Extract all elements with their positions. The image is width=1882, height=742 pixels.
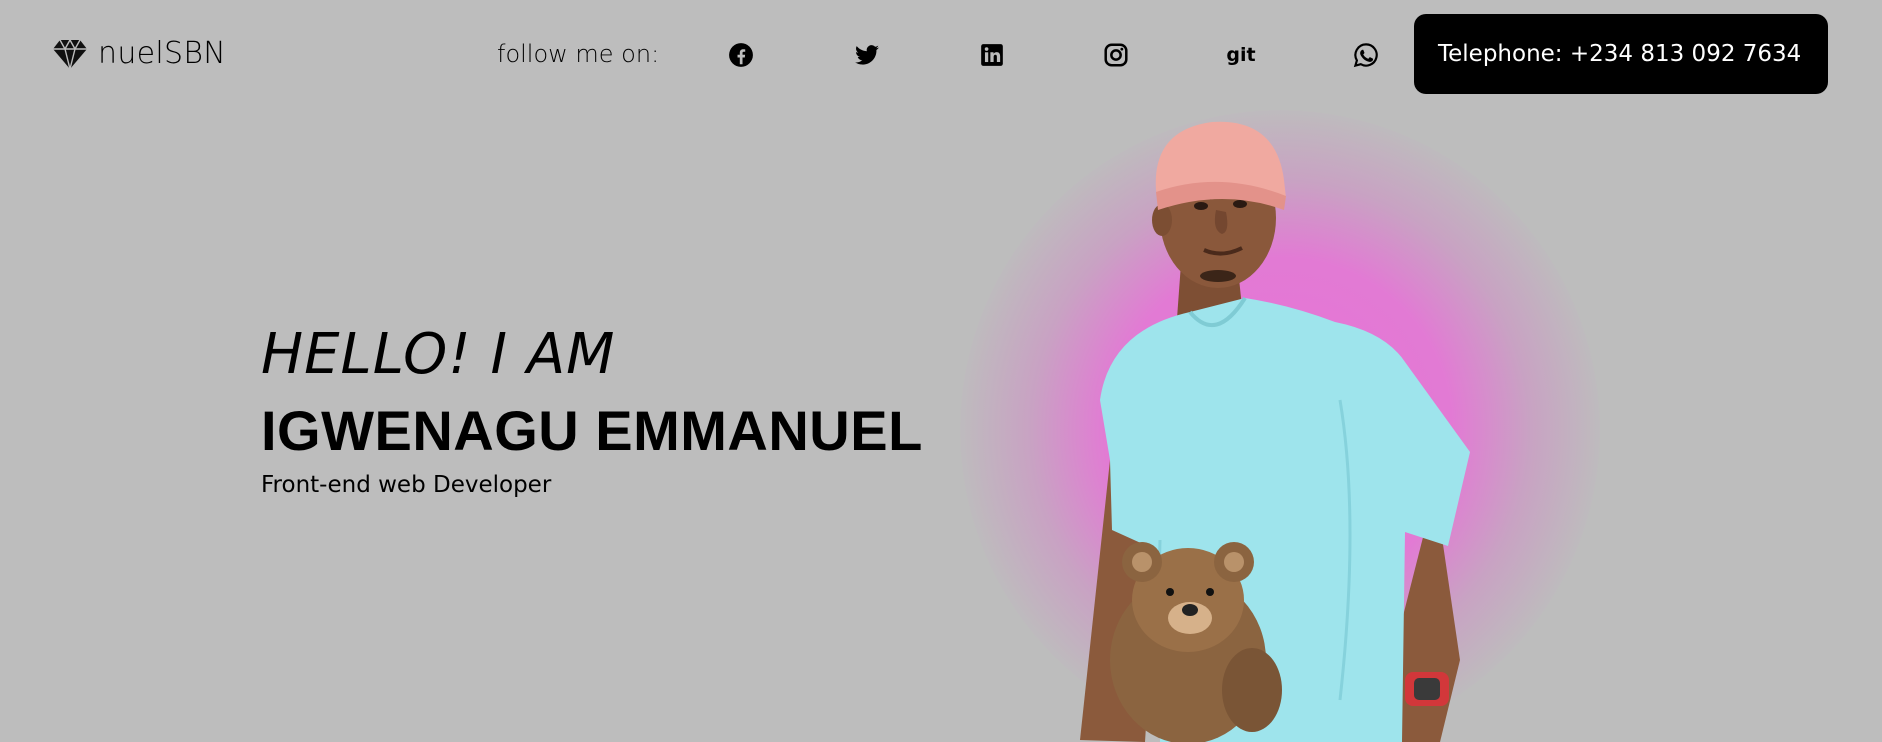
- page: nuelSBN follow me on: git Telephone: +23…: [0, 0, 1882, 742]
- instagram-link[interactable]: [1101, 40, 1131, 70]
- facebook-link[interactable]: [726, 40, 756, 70]
- profile-photo: [1080, 121, 1470, 742]
- follow-label: follow me on:: [497, 40, 660, 68]
- linkedin-icon: [981, 44, 1003, 66]
- whatsapp-icon: [1353, 43, 1378, 68]
- whatsapp-link[interactable]: [1351, 40, 1381, 70]
- twitter-icon: [855, 45, 879, 65]
- hero-greeting: HELLO! I AM: [261, 322, 616, 387]
- telephone-button[interactable]: Telephone: +234 813 092 7634: [1414, 14, 1828, 94]
- linkedin-link[interactable]: [977, 40, 1007, 70]
- instagram-icon: [1104, 43, 1128, 67]
- site-logo[interactable]: nuelSBN: [52, 36, 226, 71]
- hero-name: IGWENAGU EMMANUEL: [261, 399, 923, 462]
- hero-role: Front-end web Developer: [261, 472, 552, 498]
- git-link[interactable]: git: [1221, 40, 1261, 70]
- diamond-icon: [53, 38, 87, 69]
- logo-text: nuelSBN: [98, 36, 227, 71]
- facebook-icon: [729, 43, 753, 67]
- twitter-link[interactable]: [852, 40, 882, 70]
